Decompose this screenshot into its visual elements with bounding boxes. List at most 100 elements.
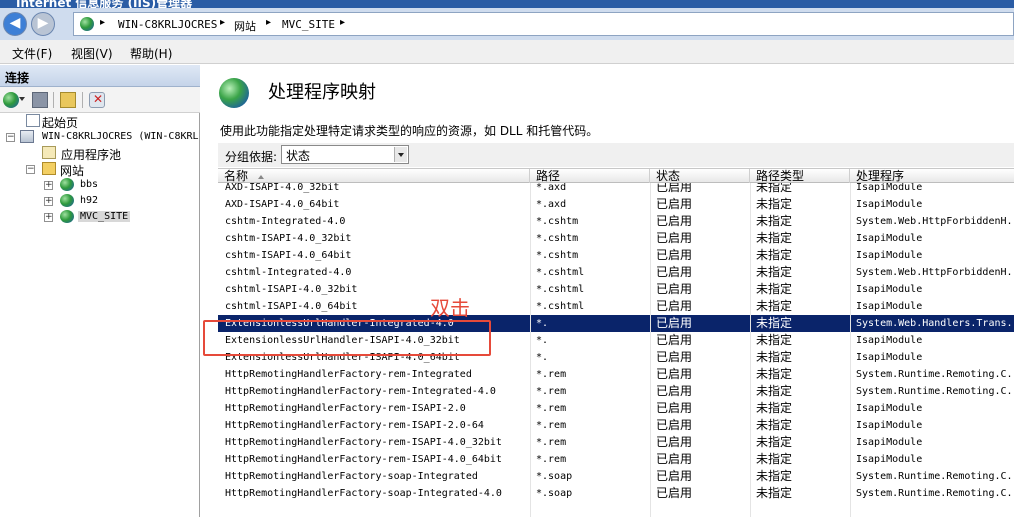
cell-name: HttpRemotingHandlerFactory-soap-Integrat… — [225, 488, 502, 499]
cell-handler: System.Runtime.Remoting.C. — [856, 488, 1013, 499]
table-row[interactable]: cshtm-ISAPI-4.0_32bit *.cshtm 已启用 未指定 IsapiM… — [218, 230, 1014, 247]
cell-path: *.axd — [536, 199, 567, 210]
cell-path: *.rem — [536, 386, 567, 397]
menu-view[interactable]: 视图(V) — [71, 45, 113, 62]
cell-name: HttpRemotingHandlerFactory-rem-ISAPI-2.0 — [225, 403, 466, 414]
window-title: Internet 信息服务 (IIS)管理器 — [16, 0, 193, 8]
chevron-down-icon[interactable] — [19, 97, 25, 101]
column-header-handler[interactable]: 处理程序 — [850, 169, 1014, 183]
table-row[interactable]: cshtml-ISAPI-4.0_64bit *.cshtml 已启用 未指定 Isap… — [218, 298, 1014, 315]
breadcrumb-server[interactable]: WIN-C8KRLJOCRES — [118, 18, 217, 31]
toolbar-divider — [53, 92, 54, 108]
forward-button[interactable]: ▶ — [31, 12, 55, 36]
cell-path: *.cshtml — [536, 301, 585, 312]
app-pool-icon — [42, 146, 56, 159]
cell-path-type: 未指定 — [756, 384, 793, 398]
column-divider — [650, 183, 651, 517]
breadcrumb-sites[interactable]: 网站 — [234, 18, 256, 34]
breadcrumb-site[interactable]: MVC_SITE — [282, 18, 335, 31]
disconnect-icon[interactable]: ✕ — [89, 92, 105, 108]
cell-path-type: 未指定 — [756, 316, 793, 330]
crumb-separator-icon: ▸ — [220, 17, 226, 28]
expand-icon[interactable]: + — [44, 197, 53, 206]
cell-handler: IsapiModule — [856, 284, 923, 295]
cell-state: 已启用 — [656, 418, 693, 432]
cell-path-type: 未指定 — [756, 231, 793, 245]
cell-path: *.rem — [536, 369, 567, 380]
tree-item-label: h92 — [80, 195, 99, 206]
annotation-label: 双击 — [430, 296, 470, 320]
menu-file[interactable]: 文件(F) — [12, 45, 52, 62]
column-header-label: 状态 — [656, 169, 681, 183]
column-header-name[interactable]: 名称 — [218, 169, 530, 183]
table-row[interactable]: HttpRemotingHandlerFactory-rem-ISAPI-4.0… — [218, 434, 1014, 451]
save-icon[interactable] — [32, 92, 48, 108]
connections-toolbar: ✕ — [0, 87, 200, 113]
menu-help[interactable]: 帮助(H) — [130, 45, 172, 62]
cell-name: cshtm-ISAPI-4.0_64bit — [225, 250, 352, 261]
menu-bar: 文件(F) 视图(V) 帮助(H) — [0, 40, 1014, 64]
up-level-icon[interactable] — [60, 92, 76, 108]
cell-state: 已启用 — [656, 333, 693, 347]
cell-handler: System.Runtime.Remoting.C. — [856, 369, 1013, 380]
collapse-icon[interactable]: − — [6, 133, 15, 142]
table-row[interactable]: AXD-ISAPI-4.0_64bit *.axd 已启用 未指定 IsapiModul… — [218, 196, 1014, 213]
cell-path-type: 未指定 — [756, 367, 793, 381]
expand-icon[interactable]: + — [44, 213, 53, 222]
back-arrow-icon: ◀ — [9, 15, 21, 31]
tree-item-label: 网站 — [60, 164, 85, 178]
site-globe-icon — [60, 178, 74, 191]
dropdown-button[interactable] — [394, 147, 407, 162]
cell-state: 已启用 — [656, 435, 693, 449]
column-header-path-type[interactable]: 路径类型 — [750, 169, 850, 183]
cell-name: AXD-ISAPI-4.0_64bit — [225, 199, 340, 210]
collapse-icon[interactable]: − — [26, 165, 35, 174]
server-icon — [20, 130, 34, 143]
column-divider — [530, 183, 531, 517]
sites-folder-icon — [42, 162, 56, 175]
connect-icon[interactable] — [3, 92, 19, 108]
cell-state: 已启用 — [656, 350, 693, 364]
crumb-separator-icon: ▸ — [340, 17, 346, 28]
table-row[interactable]: HttpRemotingHandlerFactory-rem-Integrate… — [218, 366, 1014, 383]
table-row[interactable]: cshtm-Integrated-4.0 *.cshtm 已启用 未指定 System.… — [218, 213, 1014, 230]
column-header-path[interactable]: 路径 — [530, 169, 650, 183]
group-by-select[interactable]: 状态 — [281, 145, 409, 164]
table-row[interactable]: HttpRemotingHandlerFactory-soap-Integrat… — [218, 468, 1014, 485]
cell-path: *.rem — [536, 454, 567, 465]
site-globe-icon — [60, 194, 74, 207]
cell-handler: IsapiModule — [856, 301, 923, 312]
group-by-bar: 分组依据: 状态 — [218, 143, 1014, 167]
crumb-separator-icon: ▸ — [266, 17, 272, 28]
cell-state: 已启用 — [656, 401, 693, 415]
start-page-icon — [26, 114, 40, 127]
cell-name: cshtm-ISAPI-4.0_32bit — [225, 233, 352, 244]
cell-state: 已启用 — [656, 367, 693, 381]
cell-path: *.cshtm — [536, 216, 579, 227]
table-row[interactable]: cshtm-ISAPI-4.0_64bit *.cshtm 已启用 未指定 IsapiM… — [218, 247, 1014, 264]
cell-name: cshtml-ISAPI-4.0_32bit — [225, 284, 358, 295]
address-bar[interactable]: ▸ WIN-C8KRLJOCRES ▸ 网站 ▸ MVC_SITE ▸ — [73, 12, 1014, 36]
table-row[interactable]: HttpRemotingHandlerFactory-rem-ISAPI-2.0… — [218, 400, 1014, 417]
cell-path-type: 未指定 — [756, 469, 793, 483]
window-titlebar: Internet 信息服务 (IIS)管理器 — [0, 0, 1014, 8]
cell-state: 已启用 — [656, 265, 693, 279]
table-row[interactable]: cshtml-Integrated-4.0 *.cshtml 已启用 未指定 Syste… — [218, 264, 1014, 281]
cell-path: *.cshtm — [536, 233, 579, 244]
back-button[interactable]: ◀ — [3, 12, 27, 36]
toolbar-divider — [82, 92, 83, 108]
group-by-value: 状态 — [286, 149, 311, 163]
cell-path: *.soap — [536, 471, 573, 482]
table-row[interactable]: cshtml-ISAPI-4.0_32bit *.cshtml 已启用 未指定 Isap… — [218, 281, 1014, 298]
table-row[interactable]: HttpRemotingHandlerFactory-soap-Integrat… — [218, 485, 1014, 502]
connections-tree: 起始页 − WIN-C8KRLJOCRES (WIN-C8KRL 应用程序池 −… — [0, 113, 200, 517]
cell-path: *.cshtm — [536, 250, 579, 261]
globe-icon — [80, 17, 94, 31]
table-row[interactable]: HttpRemotingHandlerFactory-rem-ISAPI-4.0… — [218, 451, 1014, 468]
column-header-state[interactable]: 状态 — [650, 169, 750, 183]
connections-title: 连接 — [5, 71, 30, 85]
table-row[interactable]: HttpRemotingHandlerFactory-rem-ISAPI-2.0… — [218, 417, 1014, 434]
table-row[interactable]: HttpRemotingHandlerFactory-rem-Integrate… — [218, 383, 1014, 400]
expand-icon[interactable]: + — [44, 181, 53, 190]
cell-handler: IsapiModule — [856, 420, 923, 431]
